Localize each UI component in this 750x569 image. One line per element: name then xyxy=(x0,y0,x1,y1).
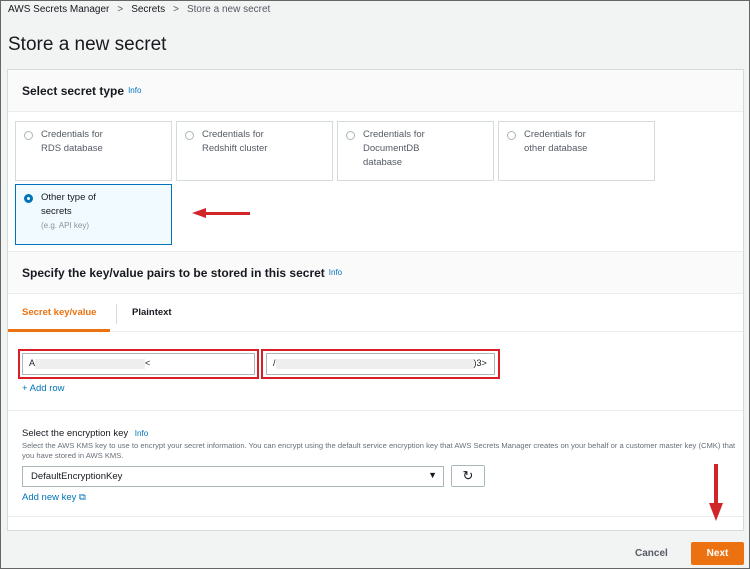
divider xyxy=(8,410,743,411)
tab-plaintext[interactable]: Plaintext xyxy=(118,294,186,332)
radio-icon[interactable] xyxy=(507,131,516,140)
info-link[interactable]: Info xyxy=(135,429,148,438)
external-link-icon: ⧉ xyxy=(79,492,86,503)
chevron-right-icon: > xyxy=(117,4,124,15)
breadcrumb-secrets-manager[interactable]: AWS Secrets Manager xyxy=(8,4,109,15)
option-other-database[interactable]: Credentials for other database xyxy=(498,121,655,181)
kv-header: Specify the key/value pairs to be stored… xyxy=(8,251,743,294)
option-rds[interactable]: Credentials for RDS database xyxy=(15,121,172,181)
option-hint: (e.g. API key) xyxy=(41,221,90,230)
add-new-key-link[interactable]: Add new key ⧉ xyxy=(22,492,86,503)
encryption-key-select[interactable]: DefaultEncryptionKey ▼ xyxy=(22,466,444,487)
option-other-secrets[interactable]: Other type of secrets (e.g. API key) xyxy=(15,184,172,245)
breadcrumb: AWS Secrets Manager > Secrets > Store a ne… xyxy=(8,4,270,15)
main-panel: Select secret type Info Credentials for RD… xyxy=(7,69,744,531)
option-documentdb[interactable]: Credentials for DocumentDB database xyxy=(337,121,494,181)
cancel-button[interactable]: Cancel xyxy=(635,548,668,559)
page-title: Store a new secret xyxy=(8,34,167,55)
next-button[interactable]: Next xyxy=(691,542,744,565)
tab-bar: Secret key/value Plaintext xyxy=(8,294,743,332)
option-label: Credentials for xyxy=(41,129,103,140)
breadcrumb-secrets[interactable]: Secrets xyxy=(131,4,165,15)
radio-selected-icon[interactable] xyxy=(24,194,33,203)
option-label: Credentials for xyxy=(363,129,425,140)
radio-icon[interactable] xyxy=(24,131,33,140)
add-row-link[interactable]: + Add row xyxy=(22,383,65,394)
option-label: Redshift cluster xyxy=(202,143,268,154)
chevron-right-icon: > xyxy=(173,4,179,15)
refresh-icon: ↻ xyxy=(462,468,474,483)
option-label: secrets xyxy=(41,206,72,217)
option-label: other database xyxy=(524,143,588,154)
info-link[interactable]: Info xyxy=(128,86,141,95)
refresh-button[interactable]: ↻ xyxy=(451,465,485,487)
secret-value-input[interactable]: /)3> xyxy=(266,353,495,375)
option-label: Credentials for xyxy=(524,129,586,140)
radio-icon[interactable] xyxy=(185,131,194,140)
radio-icon[interactable] xyxy=(346,131,355,140)
secret-key-input[interactable]: A < xyxy=(22,353,255,375)
option-label: Other type of xyxy=(41,192,96,203)
section-title: Specify the key/value pairs to be stored… xyxy=(22,265,325,280)
option-redshift[interactable]: Credentials for Redshift cluster xyxy=(176,121,333,181)
option-label: database xyxy=(363,157,403,168)
breadcrumb-current: Store a new secret xyxy=(186,4,271,15)
option-label: Credentials for xyxy=(202,129,264,140)
encryption-label: Select the encryption key Info xyxy=(22,428,149,439)
option-label: RDS database xyxy=(41,143,103,154)
option-label: DocumentDB xyxy=(363,143,420,154)
tab-secret-key-value[interactable]: Secret key/value xyxy=(8,294,111,332)
secret-type-header: Select secret type Info xyxy=(8,70,743,112)
caret-down-icon: ▼ xyxy=(428,470,437,480)
section-title: Select secret type xyxy=(22,83,125,98)
encryption-description: Select the AWS KMS key to use to encrypt… xyxy=(22,441,736,460)
info-link[interactable]: Info xyxy=(329,268,342,277)
